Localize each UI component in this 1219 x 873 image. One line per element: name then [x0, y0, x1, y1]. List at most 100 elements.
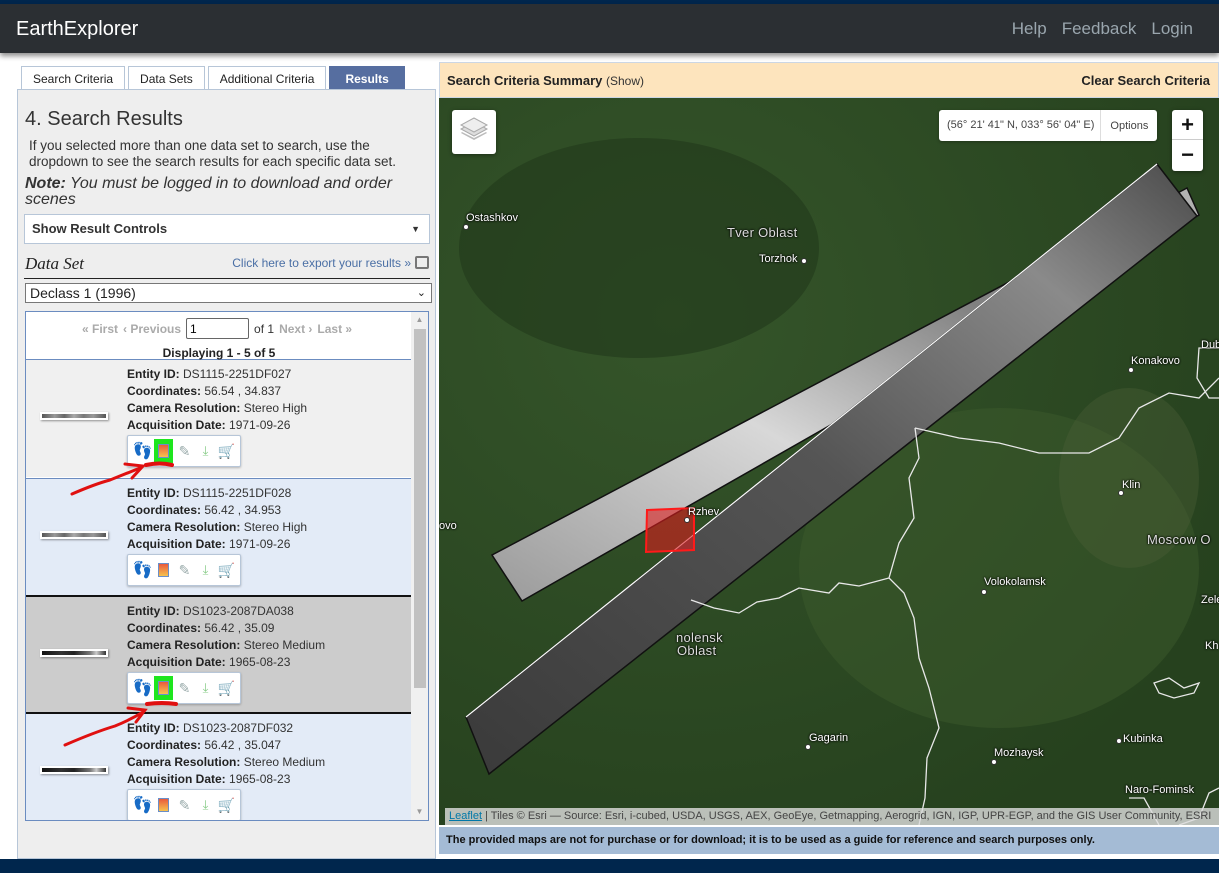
acquisition-date: 1965-08-23	[229, 772, 291, 786]
coordinates: 56.42 , 34.953	[204, 503, 282, 517]
nav-login[interactable]: Login	[1151, 19, 1193, 39]
browse-overlay-icon[interactable]	[154, 676, 173, 700]
pager-first[interactable]: « First	[82, 322, 118, 336]
page-footer	[0, 859, 1219, 873]
camera-resolution: Stereo Medium	[243, 638, 326, 652]
pager-last[interactable]: Last »	[317, 322, 352, 336]
cart-icon[interactable]: 🛒	[217, 441, 236, 461]
layers-button[interactable]	[452, 110, 496, 154]
coords-label: Coordinates:	[127, 503, 202, 517]
acquisition-date: 1971-09-26	[229, 537, 291, 551]
pager-previous[interactable]: ‹ Previous	[123, 322, 181, 336]
footprint-icon[interactable]: 👣	[133, 441, 153, 461]
chevron-down-icon: ⌄	[416, 287, 426, 299]
date-label: Acquisition Date:	[127, 537, 226, 551]
pager-next[interactable]: Next ›	[279, 322, 312, 336]
cursor-coordinates: (56° 21' 41" N, 033° 56' 04" E)	[939, 110, 1102, 141]
layers-icon	[459, 117, 489, 140]
city-marker	[1118, 490, 1124, 496]
result-row: Entity ID: DS1023-2087DA038 Coordinates:…	[26, 595, 412, 714]
camera-resolution: Stereo High	[243, 401, 308, 415]
export-results-link[interactable]: Click here to export your results »	[232, 256, 429, 270]
metadata-icon[interactable]: ✎	[175, 560, 194, 580]
camera-label: Camera Resolution:	[127, 520, 241, 534]
camera-label: Camera Resolution:	[127, 755, 241, 769]
map-label-zelenograd: Zelenog	[1201, 594, 1219, 606]
result-thumbnail[interactable]	[40, 766, 108, 774]
scroll-up-arrow-icon[interactable]: ▲	[411, 312, 428, 328]
camera-resolution: Stereo High	[243, 520, 308, 534]
displaying-count: Displaying 1 - 5 of 5	[162, 346, 276, 360]
cart-icon[interactable]: 🛒	[217, 560, 236, 580]
scroll-down-arrow-icon[interactable]: ▼	[411, 804, 428, 820]
download-icon[interactable]: ⤓	[196, 795, 215, 815]
result-thumbnail[interactable]	[40, 412, 108, 420]
zoom-out-button[interactable]: −	[1172, 140, 1203, 170]
map-disclaimer: The provided maps are not for purchase o…	[439, 827, 1219, 854]
results-list: « First ‹ Previous of 1 Next › Last » Di…	[25, 311, 429, 821]
browse-overlay-icon[interactable]	[154, 439, 173, 463]
browse-overlay-icon[interactable]	[154, 560, 173, 580]
nav-help[interactable]: Help	[1012, 19, 1047, 39]
map-canvas[interactable]: Ostashkov Tver Oblast Torzhok Konakovo D…	[439, 98, 1219, 825]
entity-id: DS1023-2087DA038	[183, 604, 294, 618]
browse-overlay-icon[interactable]	[154, 795, 173, 815]
camera-label: Camera Resolution:	[127, 638, 241, 652]
coordinates: 56.42 , 35.09	[204, 621, 275, 635]
map-label-klin: Klin	[1122, 479, 1141, 491]
metadata-icon[interactable]: ✎	[175, 678, 194, 698]
date-label: Acquisition Date:	[127, 418, 226, 432]
download-icon[interactable]: ⤓	[196, 560, 215, 580]
summary-show-link[interactable]: (Show)	[606, 74, 644, 88]
download-icon[interactable]: ⤓	[196, 441, 215, 461]
tab-data-sets[interactable]: Data Sets	[128, 66, 205, 91]
city-marker	[991, 759, 997, 765]
result-thumbnail[interactable]	[40, 531, 108, 539]
map-label-partial: ovo	[439, 520, 457, 532]
camera-resolution: Stereo Medium	[243, 755, 326, 769]
cart-icon[interactable]: 🛒	[217, 678, 236, 698]
zoom-in-button[interactable]: +	[1172, 110, 1203, 140]
coordinate-readout: (56° 21' 41" N, 033° 56' 04" E) Options	[939, 110, 1158, 141]
brand-logo[interactable]: EarthExplorer	[16, 18, 138, 41]
map-label-volokolamsk: Volokolamsk	[984, 576, 1046, 588]
metadata-icon[interactable]: ✎	[175, 441, 194, 461]
tab-search-criteria[interactable]: Search Criteria	[21, 66, 126, 91]
zoom-control: + −	[1172, 110, 1203, 171]
city-marker	[981, 589, 987, 595]
note-text: You must be logged in to download and or…	[25, 175, 393, 208]
map-panel: Search Criteria Summary (Show) Clear Sea…	[439, 62, 1219, 856]
nav-feedback[interactable]: Feedback	[1062, 19, 1137, 39]
summary-title: Search Criteria Summary	[447, 73, 603, 88]
footprint-icon[interactable]: 👣	[133, 560, 153, 580]
leaflet-link[interactable]: Leaflet	[449, 810, 482, 822]
tab-results[interactable]: Results	[329, 66, 405, 91]
acquisition-date: 1971-09-26	[229, 418, 291, 432]
map-label-torzhok: Torzhok	[759, 253, 798, 265]
date-label: Acquisition Date:	[127, 655, 226, 669]
download-icon[interactable]: ⤓	[196, 678, 215, 698]
options-button[interactable]: Options	[1101, 120, 1157, 132]
scrollbar-thumb[interactable]	[414, 329, 426, 688]
map-attribution: Leaflet | Tiles © Esri — Source: Esri, i…	[445, 808, 1219, 825]
dataset-select[interactable]: Declass 1 (1996) ⌄	[25, 283, 432, 303]
show-result-controls-toggle[interactable]: Show Result Controls ▼	[24, 214, 430, 244]
page-number-input[interactable]	[186, 318, 250, 339]
acquisition-date: 1965-08-23	[229, 655, 291, 669]
footprint-icon[interactable]: 👣	[133, 795, 153, 815]
results-scrollbar[interactable]: ▲ ▼	[411, 312, 428, 820]
metadata-icon[interactable]: ✎	[175, 795, 194, 815]
clear-search-criteria-button[interactable]: Clear Search Criteria	[1081, 73, 1210, 88]
criteria-tabs: Search Criteria Data Sets Additional Cri…	[21, 66, 405, 91]
map-label-mozhaysk: Mozhaysk	[994, 747, 1044, 759]
tab-additional-criteria[interactable]: Additional Criteria	[207, 66, 327, 91]
entity-label: Entity ID:	[127, 367, 180, 381]
dataset-label: Data Set	[25, 254, 85, 273]
map-label-tver-oblast: Tver Oblast	[727, 225, 798, 240]
result-thumbnail[interactable]	[40, 649, 108, 657]
footprint-icon[interactable]: 👣	[133, 678, 153, 698]
entity-label: Entity ID:	[127, 721, 180, 735]
cart-icon[interactable]: 🛒	[217, 795, 236, 815]
entity-label: Entity ID:	[127, 604, 180, 618]
map-label-dubna: Dub	[1201, 339, 1219, 351]
